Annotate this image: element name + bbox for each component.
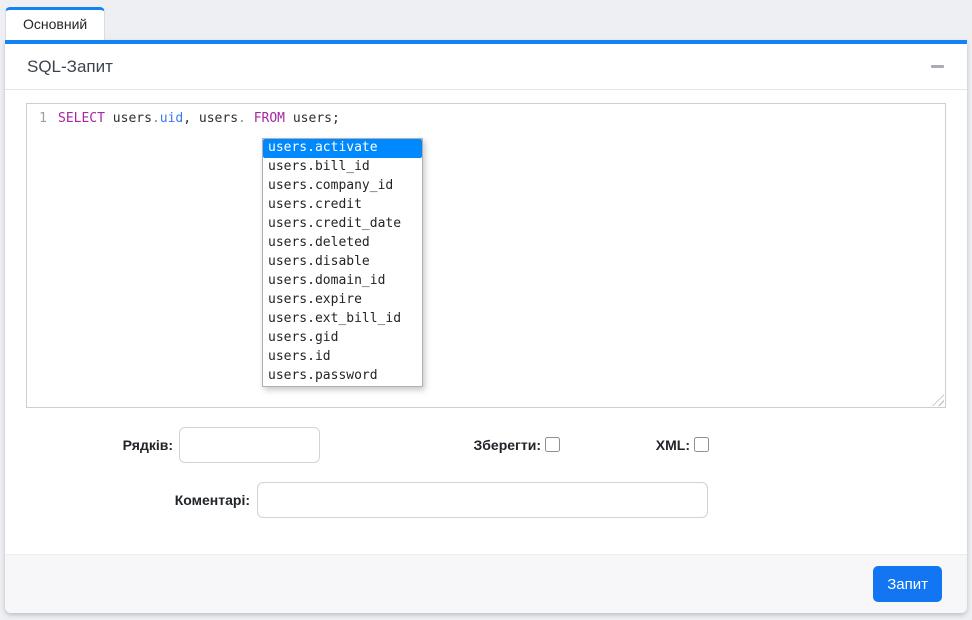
autocomplete-item[interactable]: users.password <box>263 367 422 386</box>
autocomplete-item[interactable]: users.ext_bill_id <box>263 310 422 329</box>
sql-query-panel: SQL-Запит 1 SELECT users.uid, users. FRO… <box>5 40 967 613</box>
tab-main-label: Основний <box>23 16 87 32</box>
comments-input[interactable] <box>257 482 708 518</box>
autocomplete-item[interactable]: users.company_id <box>263 177 422 196</box>
autocomplete-dropdown: users.activate users.bill_id users.compa… <box>262 138 423 387</box>
autocomplete-item[interactable]: users.activate <box>263 139 422 158</box>
autocomplete-item[interactable]: users.credit <box>263 196 422 215</box>
autocomplete-item[interactable]: users.gid <box>263 329 422 348</box>
line-number: 1 <box>27 109 54 128</box>
comments-row: Коментарі: <box>26 482 946 518</box>
panel-footer: Запит <box>5 554 967 613</box>
sql-code-editor[interactable]: 1 SELECT users.uid, users. FROM users; u… <box>26 103 946 408</box>
save-label: Зберегти: <box>386 427 541 463</box>
code-token: uid <box>160 111 183 126</box>
code-text: SELECT users.uid, users. FROM users; <box>54 109 340 128</box>
options-row: Рядків: Зберегти: XML: <box>26 427 946 463</box>
panel-title: SQL-Запит <box>27 57 113 77</box>
autocomplete-item[interactable]: users.expire <box>263 291 422 310</box>
autocomplete-item[interactable]: users.disable <box>263 253 422 272</box>
save-checkbox[interactable] <box>545 437 560 452</box>
autocomplete-item[interactable]: users.credit_date <box>263 215 422 234</box>
code-token: , users <box>183 111 238 126</box>
resize-handle-icon[interactable] <box>932 394 944 406</box>
code-token: . <box>238 111 246 126</box>
code-token: users <box>105 111 152 126</box>
autocomplete-item[interactable]: users.bill_id <box>263 158 422 177</box>
xml-label: XML: <box>586 427 690 463</box>
code-line: 1 SELECT users.uid, users. FROM users; <box>27 104 945 128</box>
code-token: users; <box>285 111 340 126</box>
autocomplete-item[interactable]: users.id <box>263 348 422 367</box>
query-submit-button[interactable]: Запит <box>873 566 942 602</box>
code-token: . <box>152 111 160 126</box>
xml-checkbox[interactable] <box>694 437 709 452</box>
autocomplete-item[interactable]: users.deleted <box>263 234 422 253</box>
panel-body: 1 SELECT users.uid, users. FROM users; u… <box>5 90 967 554</box>
rows-label: Рядків: <box>26 427 173 463</box>
code-token <box>246 111 254 126</box>
panel-header: SQL-Запит <box>5 44 967 90</box>
code-token: SELECT <box>58 111 105 126</box>
rows-input[interactable] <box>179 427 320 463</box>
tab-bar: Основний <box>0 0 972 40</box>
autocomplete-item[interactable]: users.domain_id <box>263 272 422 291</box>
minus-icon <box>931 65 944 68</box>
tab-main[interactable]: Основний <box>5 7 105 40</box>
comments-label: Коментарі: <box>26 482 250 518</box>
code-token: FROM <box>254 111 285 126</box>
collapse-panel-button[interactable] <box>927 57 947 77</box>
